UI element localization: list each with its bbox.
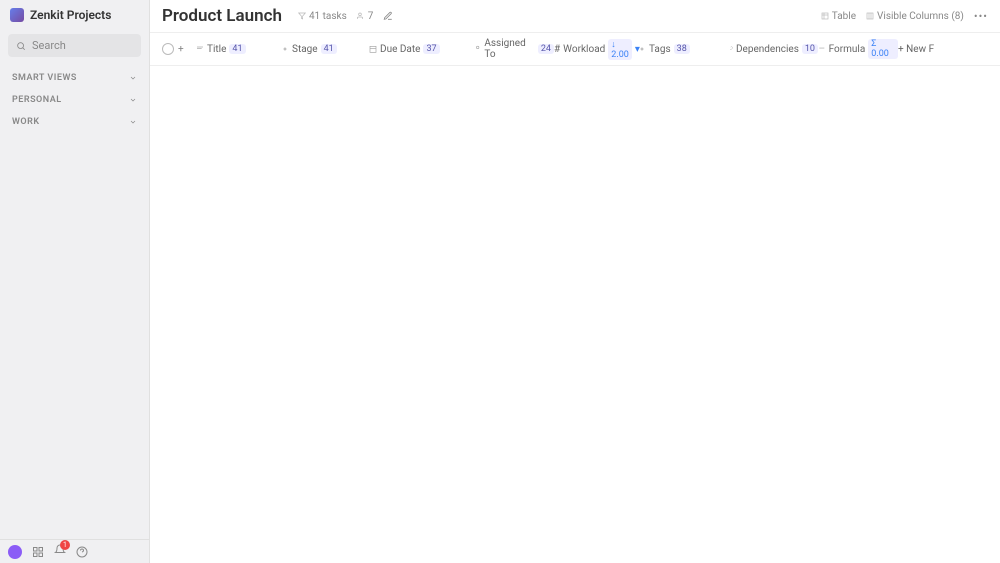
search-input[interactable]: Search [8, 34, 141, 57]
chevron-down-icon [129, 118, 137, 126]
users-icon [357, 12, 365, 20]
chevron-down-icon [129, 74, 137, 82]
header-title[interactable]: Title41 [196, 44, 281, 55]
header-due[interactable]: Due Date37 [369, 44, 474, 55]
notifications-button[interactable]: 1 [54, 544, 66, 559]
section-personal[interactable]: PERSONAL [0, 87, 149, 109]
members-count[interactable]: 7 [357, 11, 374, 22]
table-body[interactable] [150, 66, 1000, 563]
formula-icon [818, 45, 826, 53]
header-deps[interactable]: Dependencies10 [728, 44, 818, 55]
user-avatar[interactable] [8, 545, 22, 559]
header-formula[interactable]: FormulaΣ 0.00 [818, 39, 898, 59]
header-new-field[interactable]: + New F [898, 44, 948, 55]
tag-icon [281, 45, 289, 53]
table-header: + Title41 Stage41 Due Date37 Assigned To… [150, 33, 1000, 66]
select-all[interactable] [162, 43, 174, 55]
logo-icon [10, 8, 24, 22]
app-name: Zenkit Projects [30, 8, 111, 22]
sidebar: Zenkit Projects Search SMART VIEWS PERSO… [0, 0, 150, 563]
section-work[interactable]: WORK [0, 109, 149, 131]
apps-icon[interactable] [32, 546, 44, 558]
help-icon[interactable] [76, 546, 88, 558]
header-tags[interactable]: Tags38 [638, 44, 728, 55]
toolbar: Product Launch 41 tasks 7 Table Visible … [150, 0, 1000, 33]
table-icon [821, 12, 829, 20]
tag-icon [638, 45, 646, 53]
app-logo[interactable]: Zenkit Projects [0, 0, 149, 30]
link-icon [728, 45, 733, 53]
chevron-down-icon [129, 96, 137, 104]
more-icon[interactable]: ••• [974, 10, 988, 23]
edit-icon[interactable] [383, 11, 393, 21]
main-content: Product Launch 41 tasks 7 Table Visible … [150, 0, 1000, 563]
header-workload[interactable]: #Workload↓ 2.00▾ [554, 39, 638, 60]
text-icon [196, 45, 204, 53]
page-title: Product Launch [162, 6, 282, 26]
filter-icon [298, 12, 306, 20]
search-icon [16, 41, 26, 51]
footer-bar: 1 [0, 539, 149, 563]
visible-columns-button[interactable]: Visible Columns (8) [866, 11, 964, 22]
header-assigned[interactable]: Assigned To24 [474, 38, 554, 60]
view-table-button[interactable]: Table [821, 11, 856, 22]
user-icon [474, 45, 481, 53]
add-row-button[interactable]: + [178, 44, 196, 55]
header-stage[interactable]: Stage41 [281, 44, 369, 55]
calendar-icon [369, 45, 377, 53]
filter-tasks[interactable]: 41 tasks [298, 11, 347, 22]
section-smart-views[interactable]: SMART VIEWS [0, 65, 149, 87]
columns-icon [866, 12, 874, 20]
